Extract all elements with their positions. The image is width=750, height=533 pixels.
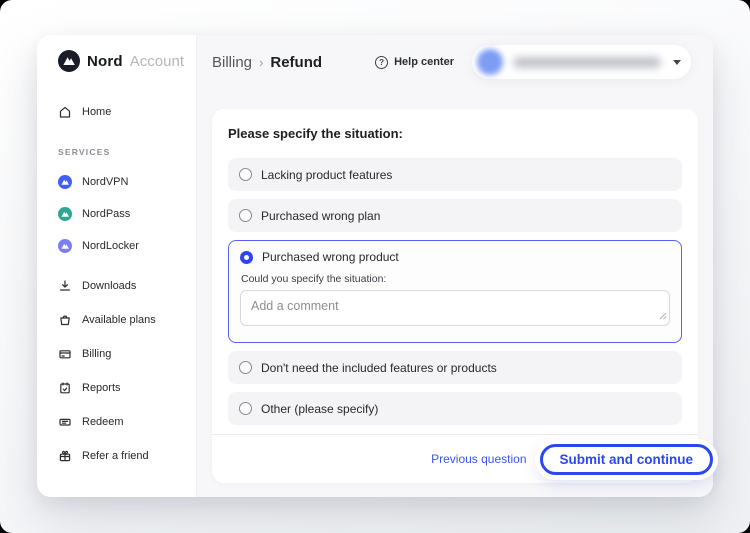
sidebar: Nord Account Home SERVICES NordVPN (37, 35, 197, 497)
help-center-button[interactable]: ? Help center (375, 56, 454, 69)
sidebar-item-nordlocker[interactable]: NordLocker (58, 239, 196, 253)
option-purchased-wrong-plan[interactable]: Purchased wrong plan (228, 199, 682, 232)
chevron-down-icon (673, 60, 681, 65)
sidebar-item-label: NordPass (82, 208, 130, 220)
option-lacking-product-features[interactable]: Lacking product features (228, 158, 682, 191)
sidebar-item-label: Downloads (82, 280, 136, 292)
sidebar-item-label: Redeem (82, 416, 124, 428)
download-icon (58, 279, 72, 293)
sidebar-item-label: Billing (82, 348, 111, 360)
topbar-right: ? Help center (375, 45, 691, 79)
sidebar-item-label: Reports (82, 382, 121, 394)
brand-name: Nord (87, 53, 123, 70)
option-purchased-wrong-product-selected: Purchased wrong product Could you specif… (228, 240, 682, 343)
nord-account-window: Nord Account Home SERVICES NordVPN (37, 35, 713, 497)
nordlocker-icon (58, 239, 72, 253)
user-menu[interactable] (472, 45, 691, 79)
sidebar-item-downloads[interactable]: Downloads (58, 279, 196, 293)
options-list: Lacking product features Purchased wrong… (212, 158, 698, 425)
topbar: Billing › Refund ? Help center (197, 35, 713, 89)
radio-unselected-icon[interactable] (239, 209, 252, 222)
basket-icon (58, 313, 72, 327)
sidebar-lower-group: Downloads Available plans Billing (58, 279, 196, 463)
comment-label: Could you specify the situation: (241, 273, 670, 285)
breadcrumb-billing[interactable]: Billing (212, 54, 252, 71)
services-heading: SERVICES (58, 147, 196, 157)
help-label: Help center (394, 56, 454, 68)
breadcrumb-separator: › (259, 55, 263, 70)
option-dont-need-features[interactable]: Don't need the included features or prod… (228, 351, 682, 384)
sidebar-item-refer-a-friend[interactable]: Refer a friend (58, 449, 196, 463)
option-label: Purchased wrong plan (261, 209, 380, 223)
sidebar-item-label: NordLocker (82, 240, 139, 252)
brand-suffix: Account (130, 53, 184, 70)
option-label: Other (please specify) (261, 402, 378, 416)
brand: Nord Account (58, 50, 196, 72)
help-icon: ? (375, 56, 388, 69)
report-icon (58, 381, 72, 395)
nordpass-icon (58, 207, 72, 221)
radio-unselected-icon[interactable] (239, 402, 252, 415)
radio-unselected-icon[interactable] (239, 361, 252, 374)
home-icon (58, 105, 72, 119)
sidebar-item-reports[interactable]: Reports (58, 381, 196, 395)
nordvpn-icon (58, 175, 72, 189)
gift-icon (58, 449, 72, 463)
sidebar-item-label: NordVPN (82, 176, 128, 188)
user-name-redacted (513, 57, 661, 68)
credit-card-icon (58, 347, 72, 361)
radio-selected-icon[interactable] (240, 251, 253, 264)
form-title: Please specify the situation: (212, 126, 698, 158)
radio-unselected-icon[interactable] (239, 168, 252, 181)
breadcrumb-refund: Refund (270, 54, 322, 71)
sidebar-item-available-plans[interactable]: Available plans (58, 313, 196, 327)
nord-logo-icon (58, 50, 80, 72)
refund-form-card: Please specify the situation: Lacking pr… (212, 109, 698, 483)
previous-question-link[interactable]: Previous question (431, 452, 526, 466)
sidebar-item-nordpass[interactable]: NordPass (58, 207, 196, 221)
sidebar-item-nordvpn[interactable]: NordVPN (58, 175, 196, 189)
desktop-background: Nord Account Home SERVICES NordVPN (0, 0, 750, 533)
ticket-icon (58, 415, 72, 429)
option-label: Don't need the included features or prod… (261, 361, 497, 375)
sidebar-item-redeem[interactable]: Redeem (58, 415, 196, 429)
resize-handle-icon[interactable] (659, 307, 667, 325)
submit-and-continue-button[interactable]: Submit and continue (540, 444, 714, 475)
sidebar-item-billing[interactable]: Billing (58, 347, 196, 361)
sidebar-item-label: Home (82, 106, 111, 118)
form-footer: Previous question Submit and continue (212, 434, 698, 483)
sidebar-item-label: Refer a friend (82, 450, 149, 462)
comment-input[interactable] (240, 290, 670, 326)
sidebar-item-home[interactable]: Home (58, 105, 196, 119)
sidebar-item-label: Available plans (82, 314, 156, 326)
breadcrumb: Billing › Refund (212, 54, 322, 71)
avatar (477, 49, 503, 75)
option-label: Purchased wrong product (262, 250, 399, 264)
option-other[interactable]: Other (please specify) (228, 392, 682, 425)
main-area: Billing › Refund ? Help center (197, 35, 713, 497)
comment-field-wrap (240, 290, 670, 331)
option-label: Lacking product features (261, 168, 392, 182)
option-purchased-wrong-product[interactable]: Purchased wrong product (240, 250, 670, 264)
